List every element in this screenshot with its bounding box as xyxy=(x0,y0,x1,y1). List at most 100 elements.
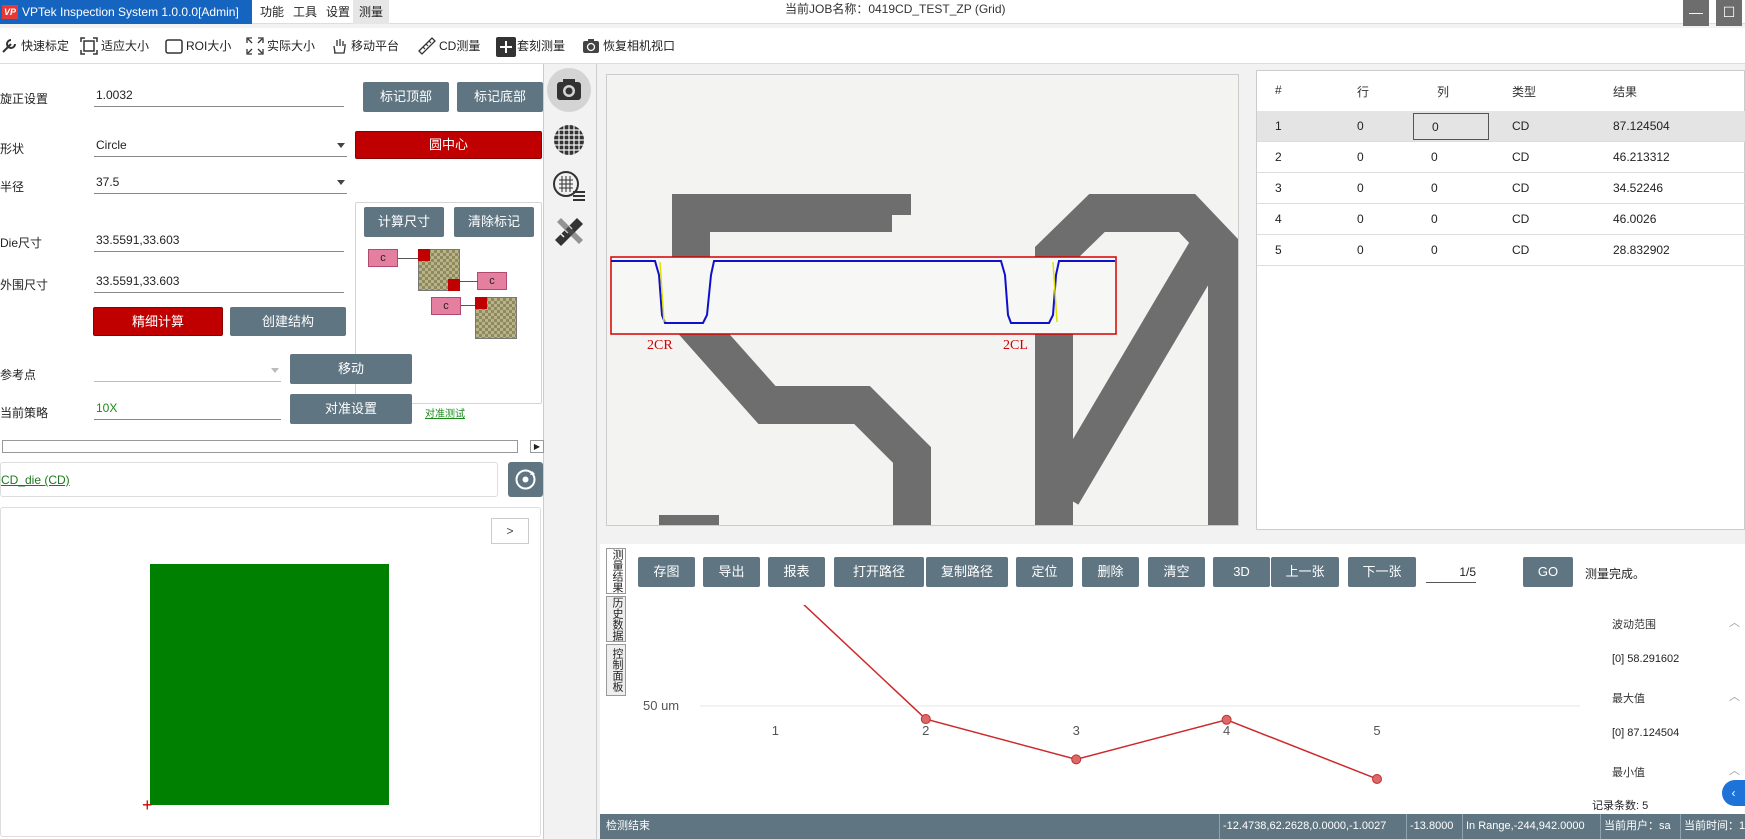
scroll-right-arrow-icon[interactable]: ▶ xyxy=(530,440,544,453)
locate-button[interactable]: 定位 xyxy=(1016,557,1073,587)
status-left-text: 检测结束 xyxy=(606,820,650,832)
cell-index: 1 xyxy=(1275,119,1282,133)
image-viewer[interactable]: 2CR 2CL xyxy=(606,74,1239,526)
align-settings-button[interactable]: 对准设置 xyxy=(290,394,412,424)
col-header-result: 结果 xyxy=(1613,85,1638,99)
copy-path-button[interactable]: 复制路径 xyxy=(926,557,1008,587)
cd-die-link[interactable]: CD_die (CD) xyxy=(1,473,70,487)
table-row[interactable]: 5 0 0 CD 28.832902 xyxy=(1257,235,1745,266)
menu-measure[interactable]: 测量 xyxy=(353,0,389,24)
status-time: 当前时间：1 xyxy=(1684,820,1745,832)
menu-function[interactable]: 功能 xyxy=(254,0,290,24)
title-bar: VPTek Inspection System 1.0.0.0[Admin] V… xyxy=(0,0,1745,26)
mark-box-1: c xyxy=(368,249,398,267)
mark-box-2: c xyxy=(477,272,507,290)
overlay-measure-button[interactable]: 套刻测量 xyxy=(496,34,565,58)
range-value: [0] 58.291602 xyxy=(1612,653,1680,665)
menu-tools[interactable]: 工具 xyxy=(287,0,323,24)
hand-icon xyxy=(330,37,348,55)
measure-tool-button[interactable] xyxy=(551,214,587,250)
table-row[interactable]: 1 0 0 CD 87.124504 xyxy=(1257,111,1745,142)
fit-size-button[interactable]: 适应大小 xyxy=(80,34,149,58)
die-green-square xyxy=(150,564,389,805)
toolbar-label: ROI大小 xyxy=(186,39,232,53)
prev-image-button[interactable]: 上一张 xyxy=(1271,557,1339,587)
save-image-button[interactable]: 存图 xyxy=(638,557,695,587)
results-table: # 行 列 类型 结果 1 0 0 CD 87.124504 2 0 0 CD … xyxy=(1256,70,1745,530)
next-image-button[interactable]: 下一张 xyxy=(1348,557,1416,587)
radius-select[interactable]: 37.5 xyxy=(94,172,347,194)
menu-settings[interactable]: 设置 xyxy=(320,0,356,24)
cell-type: CD xyxy=(1512,243,1530,257)
shape-select[interactable]: Circle xyxy=(94,135,347,157)
mark-top-button[interactable]: 标记顶部 xyxy=(363,82,449,112)
rotation-input[interactable]: 1.0032 xyxy=(94,85,344,107)
ruler-icon xyxy=(418,37,436,55)
status-coords: -12.4738,62.2628,0.0000,-1.0027 xyxy=(1223,820,1387,832)
clear-button[interactable]: 清空 xyxy=(1148,557,1205,587)
refresh-settings-button[interactable] xyxy=(508,462,543,497)
toolbar-label: 适应大小 xyxy=(101,39,150,53)
collapse-range-icon[interactable]: ︿ xyxy=(1729,614,1740,630)
result-line-chart: 50 um 012345 xyxy=(643,605,1580,784)
col-header-row: 行 xyxy=(1357,85,1370,99)
clear-mark-button[interactable]: 清除标记 xyxy=(454,207,534,237)
next-button[interactable]: > xyxy=(491,518,529,544)
cell-type: CD xyxy=(1512,119,1530,133)
grid-view-button[interactable] xyxy=(551,122,587,158)
export-button[interactable]: 导出 xyxy=(703,557,760,587)
cd-measure-button[interactable]: CD测量 xyxy=(418,34,480,58)
collapse-side-button[interactable]: ‹ xyxy=(1722,780,1745,806)
col-header-type: 类型 xyxy=(1512,85,1537,99)
fine-calc-button[interactable]: 精细计算 xyxy=(93,307,223,336)
tab-measure-results[interactable]: 测量结果 xyxy=(606,548,626,594)
roi-size-button[interactable]: ROI大小 xyxy=(165,34,231,58)
horizontal-scrollbar[interactable] xyxy=(2,440,518,453)
rotation-label: 旋正设置 xyxy=(0,92,49,106)
die-image: 2CR 2CL xyxy=(610,194,1238,525)
expand-icon xyxy=(246,37,264,55)
cell-col-editing[interactable]: 0 xyxy=(1413,113,1489,140)
align-test-link[interactable]: 对准测试 xyxy=(425,405,465,420)
series-line xyxy=(803,605,1378,780)
x-tick-label: 4 xyxy=(1223,723,1230,738)
quick-calibrate-button[interactable]: 快速标定 xyxy=(0,34,69,58)
camera-view-button[interactable] xyxy=(547,68,591,112)
calc-size-button[interactable]: 计算尺寸 xyxy=(364,207,444,237)
data-point[interactable] xyxy=(1071,754,1082,765)
move-button[interactable]: 移动 xyxy=(290,354,412,384)
page-indicator[interactable]: 1/5 xyxy=(1426,565,1476,583)
open-path-button[interactable]: 打开路径 xyxy=(834,557,924,587)
edge-label-right: 2CL xyxy=(1003,338,1028,353)
collapse-max-icon[interactable]: ︿ xyxy=(1729,688,1740,704)
table-row[interactable]: 2 0 0 CD 46.213312 xyxy=(1257,142,1745,173)
report-button[interactable]: 报表 xyxy=(768,557,825,587)
cell-result: 46.0026 xyxy=(1613,212,1657,226)
table-row[interactable]: 4 0 0 CD 46.0026 xyxy=(1257,204,1745,235)
minimize-button[interactable]: — xyxy=(1683,0,1709,26)
collapse-min-icon[interactable]: ︿ xyxy=(1729,762,1740,778)
actual-size-button[interactable]: 实际大小 xyxy=(246,34,315,58)
circle-center-button[interactable]: 圆中心 xyxy=(355,131,542,159)
maximize-button[interactable]: ☐ xyxy=(1716,0,1742,26)
mark-box-3: c xyxy=(431,297,461,315)
create-structure-button[interactable]: 创建结构 xyxy=(230,307,346,336)
data-point[interactable] xyxy=(1372,773,1382,784)
wafer-list-button[interactable] xyxy=(551,168,587,204)
move-stage-button[interactable]: 移动平台 xyxy=(330,34,399,58)
tab-control-panel[interactable]: 控制面板 xyxy=(606,644,626,696)
strategy-value[interactable]: 10X xyxy=(94,398,281,420)
3d-button[interactable]: 3D xyxy=(1213,557,1270,587)
cell-result: 87.124504 xyxy=(1613,119,1670,133)
die-size-value[interactable]: 33.5591,33.603 xyxy=(94,230,344,252)
tab-history-data[interactable]: 历史数据 xyxy=(606,596,626,642)
ref-point-select[interactable] xyxy=(94,360,281,382)
delete-button[interactable]: 删除 xyxy=(1082,557,1139,587)
go-button[interactable]: GO xyxy=(1523,557,1573,587)
outer-size-value[interactable]: 33.5591,33.603 xyxy=(94,271,344,293)
mark-bottom-button[interactable]: 标记底部 xyxy=(457,82,543,112)
cell-index: 4 xyxy=(1275,212,1282,226)
restore-camera-button[interactable]: 恢复相机视口 xyxy=(582,34,675,58)
table-row[interactable]: 3 0 0 CD 34.52246 xyxy=(1257,173,1745,204)
status-separator xyxy=(1600,814,1601,839)
